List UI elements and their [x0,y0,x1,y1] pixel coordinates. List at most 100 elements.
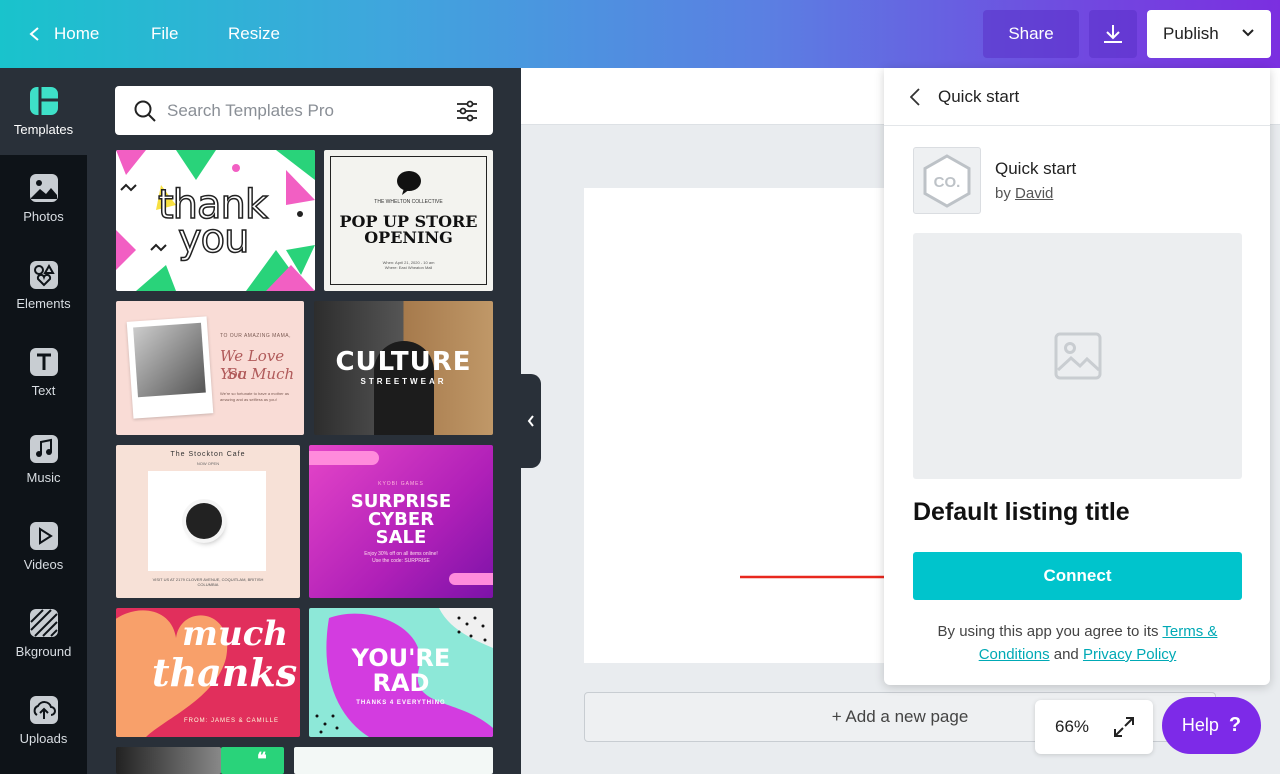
background-icon [29,608,59,638]
chevron-left-icon [29,27,39,41]
template-text: YOU'RE [351,644,451,672]
by-prefix: by [995,185,1011,202]
template-text: The Stockton Cafe [170,451,246,458]
rail-item-music[interactable]: Music [0,416,87,503]
elements-icon [29,260,59,290]
left-rail: Templates Photos Elements Text Music Vid… [0,68,87,774]
download-button[interactable] [1089,10,1137,58]
rail-item-uploads[interactable]: Uploads [0,677,87,764]
home-button[interactable]: Home [28,24,99,44]
home-label: Home [54,24,100,43]
collapse-panel-tab[interactable] [521,374,541,468]
videos-icon [29,521,59,551]
template-text: STREETWEAR [360,377,447,386]
app-author: by David [995,185,1053,202]
listing-title: Default listing title [913,498,1130,526]
rail-label: Music [26,470,61,485]
download-icon [1104,25,1122,43]
template-text: NOW OPEN [196,461,220,466]
zoom-control: 66% [1035,700,1153,754]
chevron-left-icon [527,415,534,427]
rail-item-background[interactable]: Bkground [0,590,87,677]
template-cyber-sale[interactable]: KYOBI GAMES SURPRISE CYBER SALE Enjoy 30… [309,445,493,598]
fullscreen-icon[interactable] [1113,716,1135,738]
app-logo: CO. [913,147,981,214]
template-text: RAD [372,669,430,697]
rail-label: Videos [23,557,64,572]
photos-icon [29,173,59,203]
template-text: thanks [152,650,298,695]
connect-button[interactable]: Connect [913,552,1242,600]
photo-placeholder [133,322,206,398]
quick-start-panel: Quick start CO. Quick start by David Def… [884,68,1270,685]
search-icon [134,100,156,122]
template-culture[interactable]: CULTURE STREETWEAR [314,301,493,435]
rail-label: Templates [13,122,74,137]
privacy-link[interactable]: Privacy Policy [1083,646,1176,663]
help-button[interactable]: Help ? [1162,697,1261,754]
template-partial-photo[interactable] [116,747,221,774]
template-text: KYOBI GAMES [378,481,424,487]
template-text: VISIT US AT 2179 CLOVER AVENUE, COQUITLA… [152,577,264,587]
search-box [115,86,493,135]
template-text: SALE [375,527,427,548]
rail-item-elements[interactable]: Elements [0,242,87,329]
author-link[interactable]: David [1015,185,1053,202]
rail-item-text[interactable]: Text [0,329,87,416]
top-bar: Home File Resize Share Publish [0,0,1280,68]
template-partial-quote[interactable]: ❝ [221,747,284,774]
template-we-love-you[interactable]: TO OUR AMAZING MAMA, We Love You So Much… [116,301,304,435]
rail-item-photos[interactable]: Photos [0,155,87,242]
question-icon: ? [1228,714,1242,736]
template-text: OPENING [364,228,453,247]
template-partial-script[interactable] [294,747,493,774]
photo-frame [126,316,214,419]
template-text: So Much [227,365,295,383]
app-preview-image [913,233,1242,479]
image-placeholder-icon [1054,332,1101,380]
publish-button[interactable]: Publish [1147,10,1271,58]
rail-label: Bkground [15,644,72,659]
panel-header: Quick start [884,68,1270,126]
rail-label: Text [31,383,56,398]
template-text: CULTURE [335,347,472,377]
file-menu[interactable]: File [151,24,178,44]
rail-item-templates[interactable]: Templates [0,68,87,155]
uploads-icon [29,695,59,725]
blob [309,451,379,465]
template-youre-rad[interactable]: YOU'RE RAD THANKS 4 EVERYTHING [309,608,493,737]
template-text: Enjoy 30% off on all items online! Use t… [364,551,438,564]
coffee-cup [186,503,222,539]
templates-panel: thank you THE WHELTON COLLECTIVE POP UP … [87,68,521,774]
rail-item-videos[interactable]: Videos [0,503,87,590]
publish-label: Publish [1163,24,1219,43]
rail-label: Elements [16,296,71,311]
help-label: Help [1181,715,1219,735]
template-much-thanks[interactable]: much thanks FROM: JAMES & CAMILLE [116,608,300,737]
template-text: FROM: JAMES & CAMILLE [184,718,280,724]
rail-label: Photos [23,209,64,224]
filter-icon[interactable] [455,99,479,123]
terms-text: By using this app you agree to its Terms… [913,620,1242,666]
template-text: you [177,215,250,263]
template-text: TO OUR AMAZING MAMA, [220,333,292,339]
template-text: When: April 21, 2020 - 10 am Where: East… [382,260,435,270]
template-text: THANKS 4 EVERYTHING [356,700,446,706]
search-input[interactable] [167,86,437,135]
back-icon[interactable] [910,87,920,106]
resize-menu[interactable]: Resize [228,24,280,44]
terms-prefix: By using this app you agree to its [937,623,1159,640]
logo-text: CO. [934,174,961,191]
rail-label: Uploads [19,731,68,746]
zoom-value[interactable]: 66% [1055,717,1089,737]
templates-icon [29,86,59,116]
design-page[interactable] [584,188,904,663]
share-button[interactable]: Share [983,10,1079,58]
template-stockton-cafe[interactable]: The Stockton Cafe NOW OPEN VISIT US AT 2… [116,445,300,598]
template-thank-you[interactable]: thank you [116,150,315,291]
template-text: We're so fortunate to have a mother as a… [220,391,289,402]
speech-bubble-icon [397,171,421,195]
template-text: much [182,614,289,654]
template-pop-up-store[interactable]: THE WHELTON COLLECTIVE POP UP STORE OPEN… [324,150,493,291]
app-name: Quick start [995,159,1077,178]
